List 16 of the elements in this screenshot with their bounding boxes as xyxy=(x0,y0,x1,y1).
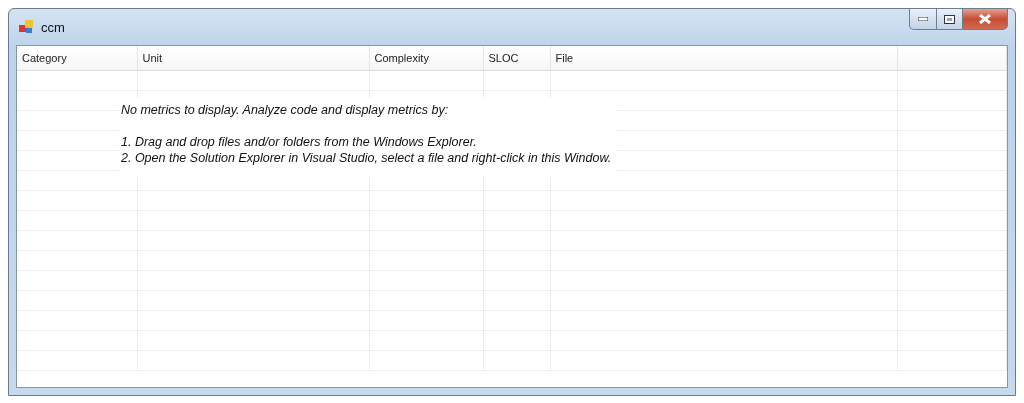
column-header[interactable]: Complexity xyxy=(369,46,483,71)
empty-message: No metrics to display. Analyze code and display metrics by: xyxy=(121,102,450,118)
column-header[interactable]: SLOC xyxy=(483,46,550,71)
column-header[interactable]: File xyxy=(550,46,897,71)
maximize-button[interactable] xyxy=(936,8,962,30)
app-icon xyxy=(19,20,35,34)
maximize-icon xyxy=(944,14,955,24)
minimize-icon xyxy=(918,17,928,21)
close-button[interactable] xyxy=(962,8,1008,30)
column-header[interactable]: Category xyxy=(17,46,137,71)
column-header[interactable]: Unit xyxy=(137,46,369,71)
instruction-step: 1. Drag and drop files and/or folders from the Windows Explorer. xyxy=(121,134,612,150)
minimize-button[interactable] xyxy=(909,8,936,30)
instruction-step: 2. Open the Solution Explorer in Visual Studio, select a file and right-click in this Window. xyxy=(121,150,612,166)
close-icon xyxy=(979,14,991,24)
window-title: ccm xyxy=(41,19,65,35)
